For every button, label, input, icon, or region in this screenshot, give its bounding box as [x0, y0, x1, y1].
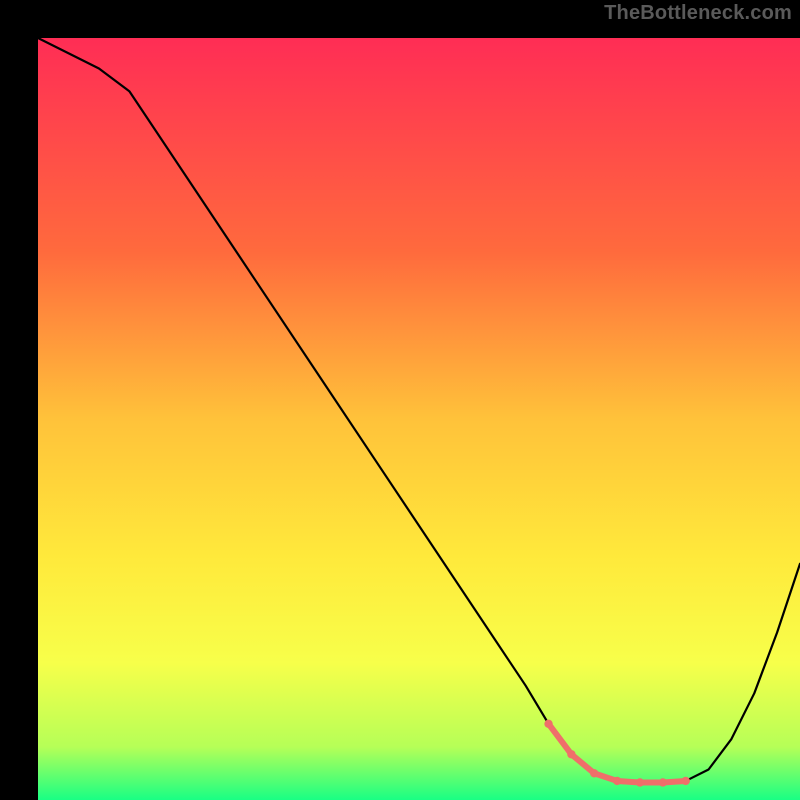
chart-frame: [19, 19, 781, 781]
series-highlight-segment-dot: [590, 769, 598, 777]
chart-plot: [38, 38, 800, 800]
series-highlight-segment-dot: [682, 777, 690, 785]
series-highlight-segment-dot: [636, 778, 644, 786]
watermark-text: TheBottleneck.com: [604, 2, 792, 25]
series-highlight-segment-dot: [544, 720, 552, 728]
series-highlight-segment-dot: [659, 778, 667, 786]
series-highlight-segment-dot: [613, 777, 621, 785]
chart-background: [38, 38, 800, 800]
series-highlight-segment-dot: [567, 750, 575, 758]
